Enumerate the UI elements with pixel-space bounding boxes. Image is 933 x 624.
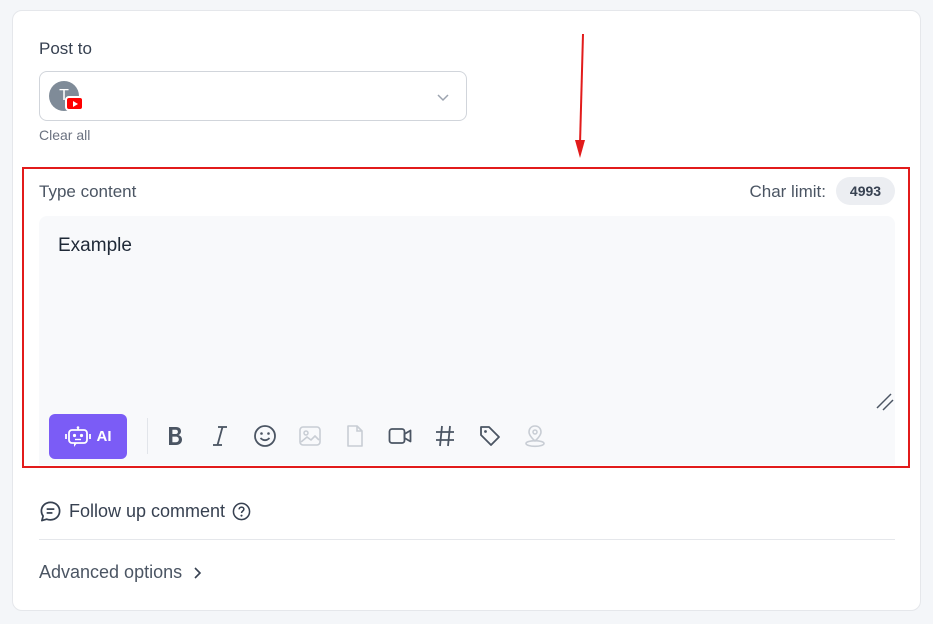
type-content-label: Type content xyxy=(39,182,137,201)
ai-button[interactable]: AI xyxy=(49,414,127,459)
file-icon xyxy=(347,425,363,447)
account-select[interactable]: T xyxy=(39,71,467,121)
file-button[interactable] xyxy=(343,424,367,448)
location-button[interactable] xyxy=(523,424,547,448)
char-limit-badge: 4993 xyxy=(836,177,895,205)
emoji-icon xyxy=(254,425,276,447)
italic-icon xyxy=(213,426,227,446)
emoji-button[interactable] xyxy=(253,424,277,448)
bold-button[interactable] xyxy=(163,424,187,448)
ai-button-label: AI xyxy=(96,428,112,445)
chevron-right-icon xyxy=(194,566,202,579)
annotation-arrow xyxy=(575,33,585,158)
hashtag-icon xyxy=(436,425,454,447)
section-divider xyxy=(39,539,895,540)
toolbar-divider xyxy=(147,418,148,454)
follow-up-comment-label: Follow up comment xyxy=(69,501,226,521)
image-button[interactable] xyxy=(298,424,322,448)
robot-icon xyxy=(64,425,91,447)
clear-all-link[interactable]: Clear all xyxy=(39,127,90,143)
bold-icon xyxy=(169,427,182,445)
tag-icon xyxy=(480,426,500,446)
video-icon xyxy=(388,428,412,444)
location-icon xyxy=(525,425,545,448)
image-icon xyxy=(299,426,321,446)
chevron-down-icon[interactable] xyxy=(436,90,450,104)
follow-up-comment-toggle[interactable]: Follow up comment xyxy=(39,500,251,523)
italic-button[interactable] xyxy=(208,424,232,448)
advanced-options-toggle[interactable]: Advanced options xyxy=(39,562,204,583)
advanced-options-label: Advanced options xyxy=(39,562,183,582)
help-icon[interactable] xyxy=(232,502,251,521)
post-to-label: Post to xyxy=(39,39,92,58)
tag-button[interactable] xyxy=(478,424,502,448)
comment-icon xyxy=(40,501,61,522)
video-button[interactable] xyxy=(388,424,412,448)
char-limit-label: Char limit: xyxy=(749,182,826,201)
editor-text[interactable]: Example xyxy=(58,235,132,257)
resize-handle-icon[interactable] xyxy=(875,392,895,412)
hashtag-button[interactable] xyxy=(433,424,457,448)
youtube-icon xyxy=(65,96,84,111)
